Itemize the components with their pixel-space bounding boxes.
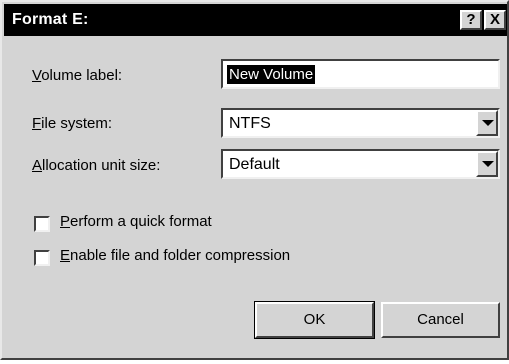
volume-label-text: olume label: <box>41 67 123 84</box>
file-system-label: File system: <box>32 115 112 132</box>
volume-label-value: New Volume <box>227 65 316 84</box>
close-button[interactable]: X <box>484 10 506 30</box>
quick-format-label[interactable]: Perform a quick format <box>60 213 212 230</box>
quick-format-checkbox[interactable] <box>34 216 50 232</box>
allocation-unit-size-mnemonic: A <box>32 157 43 174</box>
file-system-select[interactable]: NTFS <box>221 108 500 138</box>
volume-label-label: Volume label: <box>32 67 122 84</box>
file-system-text: ile system: <box>41 115 113 132</box>
format-dialog: Format E: ? X Volume label: New Volume F… <box>0 0 509 360</box>
chevron-down-icon[interactable] <box>476 110 498 136</box>
cancel-button[interactable]: Cancel <box>381 302 500 338</box>
ok-button[interactable]: OK <box>254 301 375 339</box>
allocation-unit-size-value: Default <box>229 156 280 173</box>
compression-mnemonic: E <box>60 247 71 264</box>
volume-label-mnemonic: V <box>32 67 42 84</box>
file-system-value: NTFS <box>229 115 271 132</box>
title-bar[interactable]: Format E: ? X <box>4 4 507 36</box>
window-title: Format E: <box>12 11 89 28</box>
quick-format-text: erform a quick format <box>70 213 212 230</box>
file-system-mnemonic: F <box>32 115 42 132</box>
compression-label[interactable]: Enable file and folder compression <box>60 247 290 264</box>
help-button[interactable]: ? <box>460 10 482 30</box>
allocation-unit-size-label: Allocation unit size: <box>32 157 160 174</box>
compression-checkbox[interactable] <box>34 250 50 266</box>
volume-label-input[interactable]: New Volume <box>221 59 500 89</box>
compression-text: nable file and folder compression <box>70 247 291 264</box>
allocation-unit-size-text: llocation unit size: <box>42 157 161 174</box>
chevron-down-icon[interactable] <box>476 151 498 177</box>
allocation-unit-size-select[interactable]: Default <box>221 149 500 179</box>
quick-format-mnemonic: P <box>60 213 71 230</box>
